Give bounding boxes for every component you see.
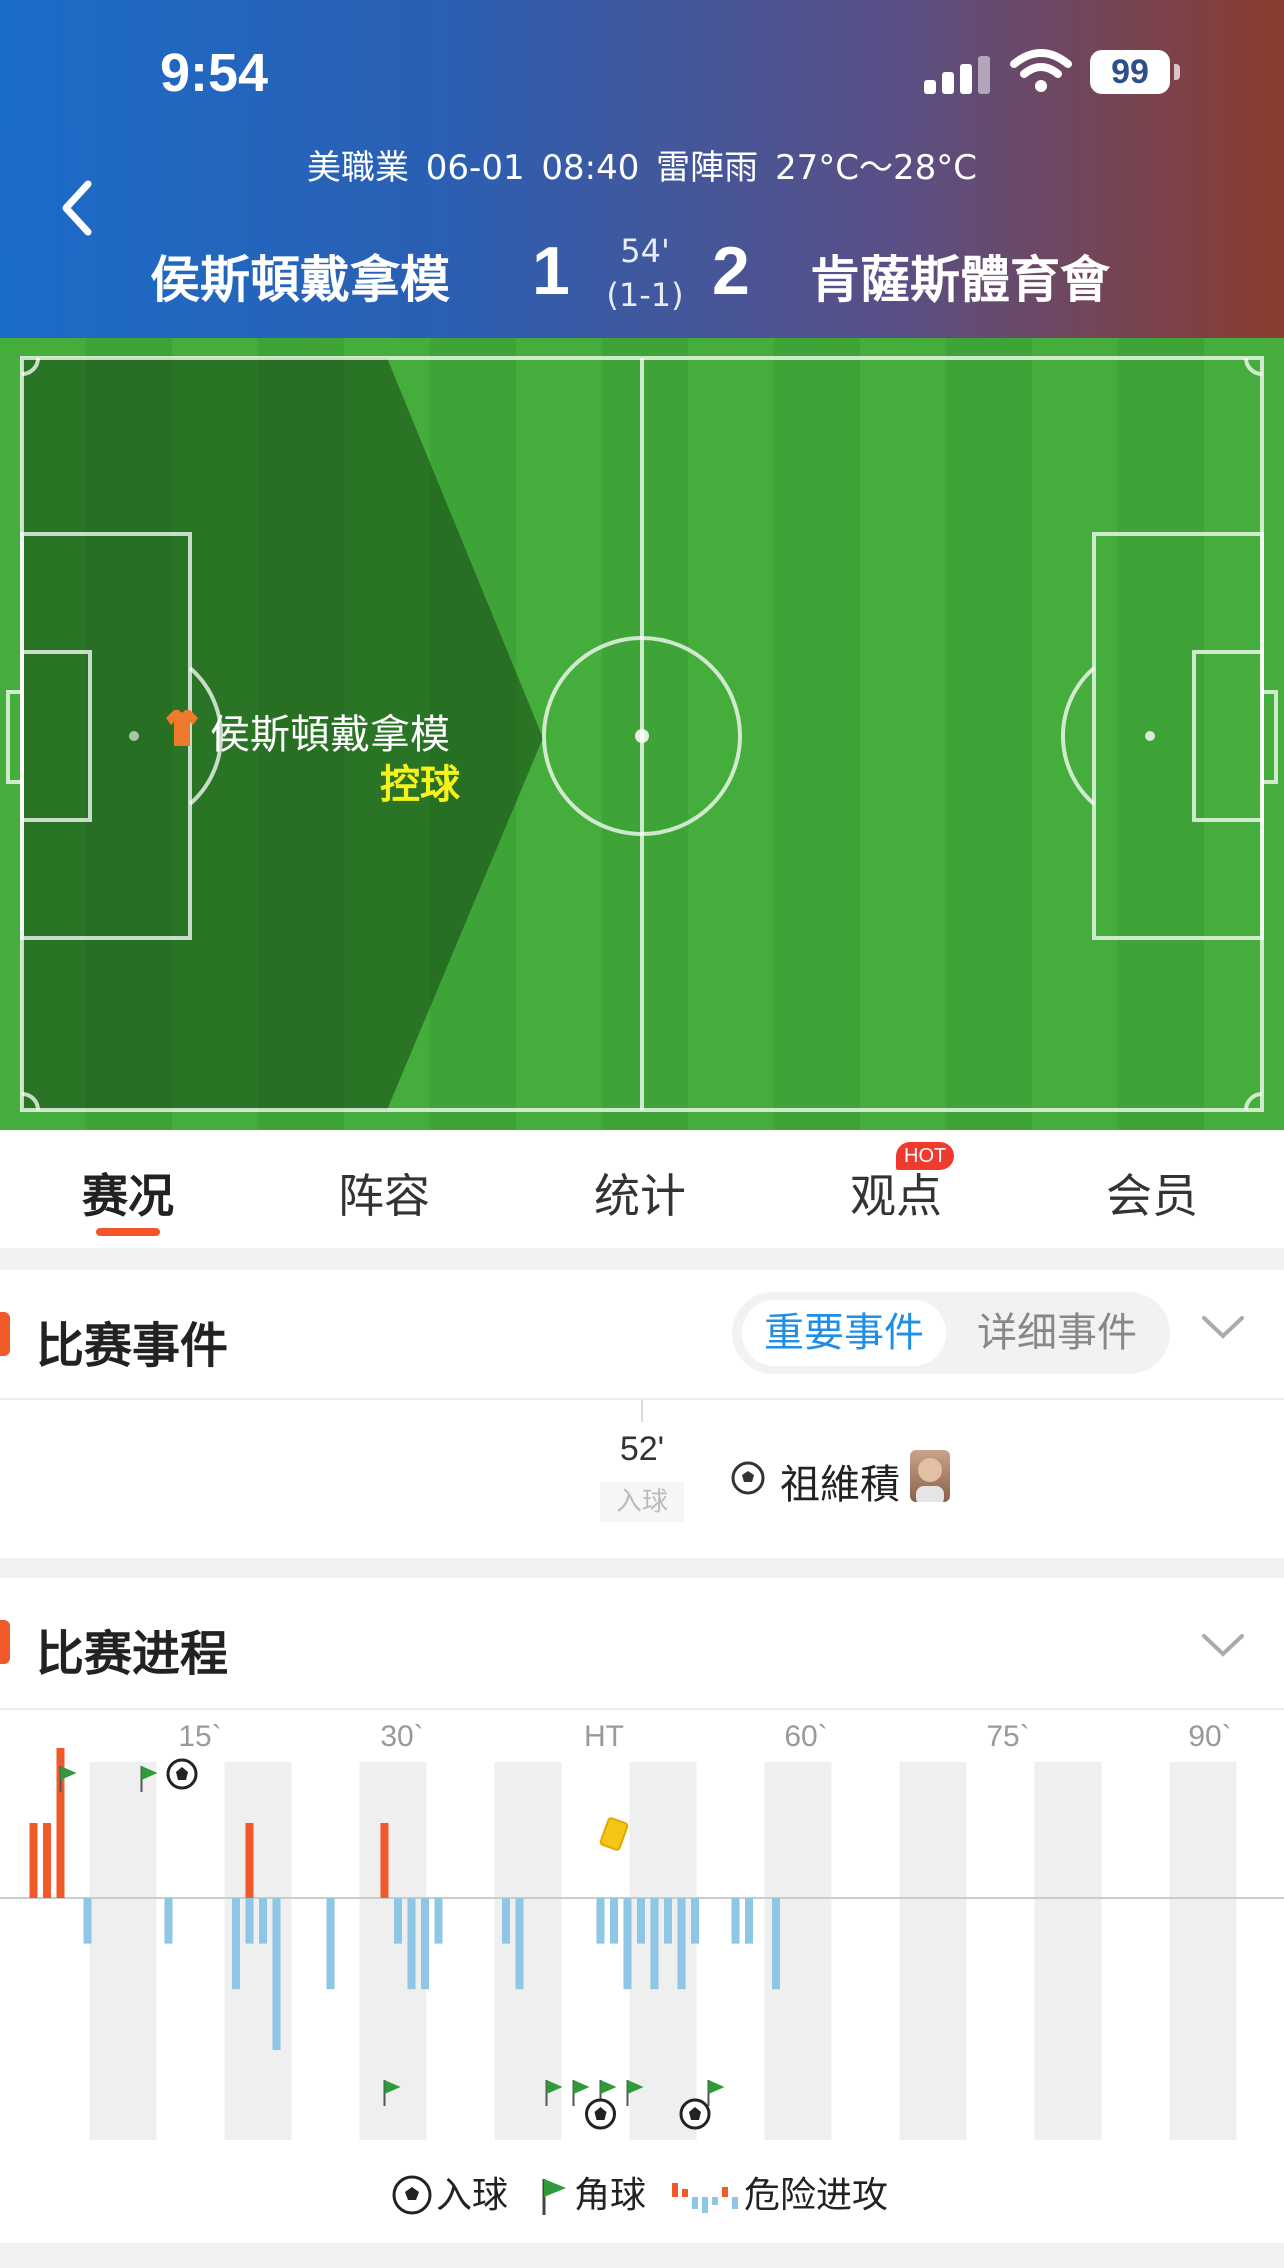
- yellow-card-icon: [599, 1817, 629, 1851]
- axis-tick-label: 60`: [784, 1720, 827, 1753]
- legend-corner: 角球: [538, 2166, 646, 2219]
- away-attack-bar: [272, 1898, 281, 2050]
- tab-match-status[interactable]: 赛况: [28, 1160, 228, 1226]
- event-player[interactable]: 祖維積: [780, 1452, 900, 1510]
- halftime-score: (1-1): [606, 276, 684, 314]
- away-attack-bar: [515, 1898, 524, 1990]
- tab-stats[interactable]: 统计: [540, 1160, 740, 1226]
- possession-label: 控球: [380, 762, 460, 808]
- away-team-name[interactable]: 肯薩斯體育會: [810, 240, 1110, 312]
- away-attack-bar: [637, 1898, 645, 1944]
- player-avatar[interactable]: [910, 1450, 950, 1502]
- away-attack-bar: [164, 1898, 173, 1944]
- home-team-name[interactable]: 侯斯頓戴拿模: [150, 240, 450, 312]
- soccer-ball-icon: [730, 1460, 766, 1500]
- tab-bar: 赛况 阵容 统计 观点 会员 HOT: [0, 1130, 1284, 1248]
- match-events-section: 比赛事件 重要事件 详细事件 52' 入球 祖維積: [0, 1270, 1284, 1558]
- away-attack-bar: [434, 1898, 443, 1944]
- away-attack-bar: [745, 1898, 753, 1944]
- dangerous-attack-icon: [672, 2183, 738, 2213]
- match-header: 9:54 99 美職業 06-01 08:40 雷陣雨 27°C～28°C 侯斯…: [0, 0, 1284, 338]
- match-minute: 54': [620, 232, 670, 270]
- tab-membership[interactable]: 会员: [1052, 1160, 1252, 1226]
- battery-icon: 99: [1090, 50, 1170, 94]
- home-attack-bar: [29, 1823, 38, 1898]
- legend-attack: 危险进攻: [668, 2166, 888, 2219]
- away-attack-bar: [691, 1898, 699, 1944]
- home-corner-flag: [60, 1766, 77, 1780]
- away-attack-bar: [650, 1898, 659, 1990]
- away-attack-bar: [394, 1898, 402, 1944]
- away-attack-bar: [326, 1898, 335, 1990]
- event-minute: 52': [619, 1430, 665, 1468]
- timeline-line: [641, 1400, 643, 1422]
- axis-tick-label: HT: [584, 1720, 624, 1753]
- event-filter-toggle: 重要事件 详细事件: [732, 1292, 1170, 1374]
- active-tab-indicator: [96, 1228, 160, 1236]
- away-attack-bar: [772, 1898, 780, 1990]
- home-attack-bar: [43, 1823, 51, 1898]
- detailed-events-button[interactable]: 详细事件: [954, 1300, 1160, 1366]
- hot-badge: HOT: [896, 1142, 955, 1170]
- away-attack-bar: [421, 1898, 429, 1990]
- away-attack-bar: [83, 1898, 92, 1944]
- away-attack-bar: [232, 1898, 240, 1990]
- chart-stripe: [1034, 1762, 1102, 2140]
- chart-stripe: [89, 1762, 157, 2140]
- chevron-down-icon[interactable]: [1200, 1630, 1246, 1664]
- away-attack-bar: [664, 1898, 672, 1944]
- match-info: 美職業 06-01 08:40 雷陣雨 27°C～28°C: [306, 148, 978, 188]
- axis-tick-label: 15`: [178, 1720, 221, 1753]
- legend-corner-label: 角球: [574, 2175, 647, 2216]
- section-title: 比赛进程: [36, 1626, 229, 1682]
- chart-stripe: [1169, 1762, 1237, 2140]
- away-attack-bar: [259, 1898, 267, 1944]
- battery-tip: [1174, 64, 1180, 80]
- axis-tick-label: 75`: [986, 1720, 1029, 1753]
- match-progress-section: 比赛进程 15` 30` HT 60` 75` 90` 入球 角球 危险进攻: [0, 1578, 1284, 2243]
- back-icon[interactable]: [58, 178, 94, 242]
- away-corner-flag: [708, 2080, 725, 2094]
- home-attack-bar: [380, 1823, 389, 1898]
- legend-goal: 入球: [392, 2166, 508, 2219]
- axis-tick-label: 30`: [380, 1720, 423, 1753]
- away-attack-bar: [731, 1898, 740, 1944]
- home-attack-bar: [245, 1823, 254, 1898]
- tab-opinions[interactable]: 观点: [796, 1160, 996, 1226]
- axis-tick-label: 90`: [1188, 1720, 1231, 1753]
- away-attack-bar: [677, 1898, 686, 1990]
- away-score: 2: [712, 233, 750, 309]
- away-corner-flag: [600, 2080, 617, 2094]
- away-attack-bar: [407, 1898, 416, 1990]
- important-events-button[interactable]: 重要事件: [742, 1300, 946, 1366]
- section-accent: [0, 1620, 10, 1664]
- event-type: 入球: [600, 1482, 684, 1522]
- away-attack-bar: [502, 1898, 510, 1944]
- legend-goal-label: 入球: [436, 2175, 509, 2216]
- home-score: 1: [532, 233, 570, 309]
- momentum-chart: 15` 30` HT 60` 75` 90`: [0, 1720, 1284, 2140]
- section-title: 比赛事件: [36, 1318, 229, 1374]
- chart-stripe: [899, 1762, 967, 2140]
- chevron-down-icon[interactable]: [1200, 1312, 1246, 1346]
- team-shirt-icon: [164, 708, 200, 752]
- live-pitch: 侯斯頓戴拿模 控球: [0, 338, 1284, 1130]
- status-time: 9:54: [160, 43, 269, 103]
- away-attack-bar: [623, 1898, 632, 1990]
- tab-lineup[interactable]: 阵容: [284, 1160, 484, 1226]
- legend-attack-label: 危险进攻: [744, 2175, 889, 2216]
- away-attack-bar: [596, 1898, 605, 1944]
- away-attack-bar: [245, 1898, 254, 1944]
- corner-flag-icon: [542, 2179, 566, 2215]
- chart-stripe: [629, 1762, 697, 2140]
- away-attack-bar: [610, 1898, 618, 1944]
- section-accent: [0, 1312, 10, 1356]
- soccer-ball-icon: [392, 2175, 432, 2215]
- away-corner-flag: [573, 2080, 590, 2094]
- wifi-icon: [1010, 48, 1072, 98]
- signal-icon: [922, 54, 992, 98]
- chart-stripe: [359, 1762, 427, 2140]
